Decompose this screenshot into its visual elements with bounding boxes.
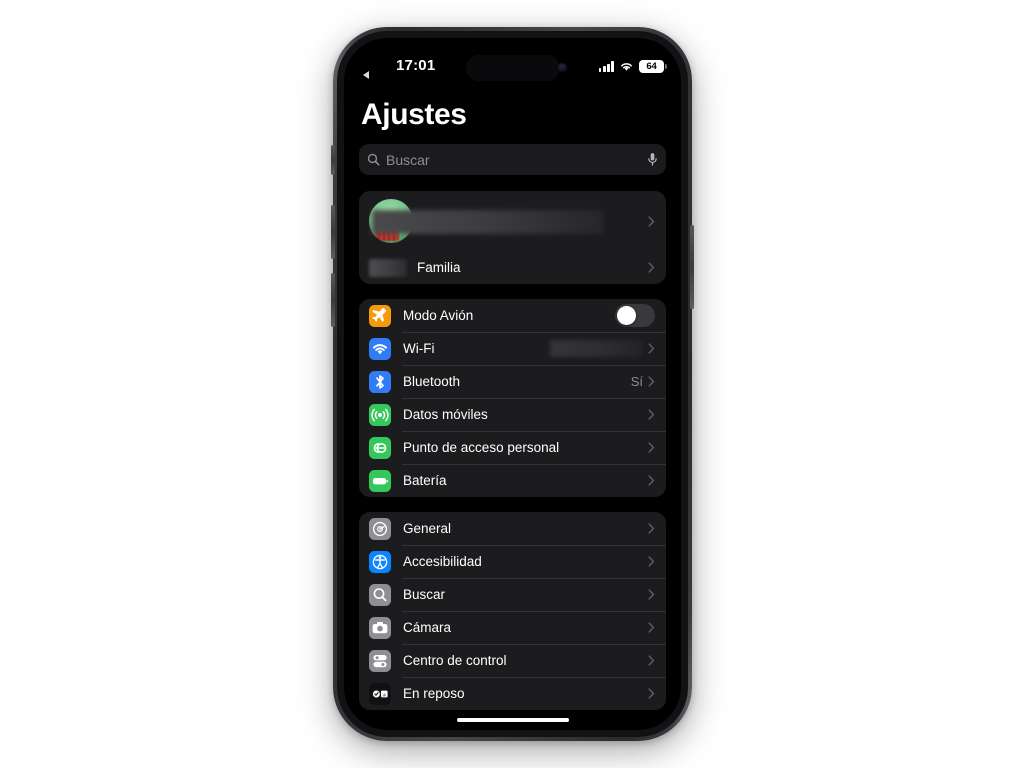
chevron-right-icon xyxy=(648,523,655,534)
action-button[interactable] xyxy=(331,145,335,175)
chevron-right-icon xyxy=(648,475,655,486)
search-icon xyxy=(369,583,391,606)
wifi-label: Wi-Fi xyxy=(403,341,435,356)
personal-hotspot-label: Punto de acceso personal xyxy=(403,440,560,455)
row-bluetooth[interactable]: Bluetooth Sí xyxy=(359,365,666,398)
row-wifi[interactable]: Wi-Fi xyxy=(359,332,666,365)
search-placeholder: Buscar xyxy=(386,151,430,168)
bluetooth-glyph xyxy=(376,374,384,389)
status-indicators: 64 xyxy=(598,60,668,73)
gear-glyph xyxy=(372,521,388,536)
chevron-right-icon xyxy=(648,655,655,666)
battery-glyph xyxy=(373,477,388,484)
family-label: Familia xyxy=(417,260,461,275)
volume-up-button[interactable] xyxy=(331,205,335,259)
accessibility-icon xyxy=(369,550,391,573)
hotspot-link-icon xyxy=(369,436,391,459)
row-general[interactable]: General xyxy=(359,512,666,545)
general-label: General xyxy=(403,521,452,536)
row-cellular-data[interactable]: Datos móviles xyxy=(359,398,666,431)
standby-icon xyxy=(369,682,391,705)
row-standby[interactable]: En reposo xyxy=(359,677,666,710)
row-control-center[interactable]: Centro de control xyxy=(359,644,666,677)
bluetooth-label: Bluetooth xyxy=(403,374,461,389)
status-bar: 17:01 64 xyxy=(344,38,681,84)
signal-bars-icon xyxy=(598,61,614,72)
row-airplane-mode[interactable]: Modo Avión xyxy=(359,299,666,332)
phone-frame: 17:01 64 Ajustes Buscar Familia Modo Avi… xyxy=(331,27,694,741)
airplane-glyph xyxy=(372,307,387,322)
battery-icon: 64 xyxy=(639,60,668,73)
standby-label: En reposo xyxy=(403,686,465,701)
chevron-right-icon xyxy=(648,343,655,354)
wifi-icon xyxy=(621,63,632,71)
row-search-settings[interactable]: Buscar xyxy=(359,578,666,611)
screenshot-canvas: 17:01 64 Ajustes Buscar Familia Modo Avi… xyxy=(0,0,1024,768)
chevron-right-icon xyxy=(648,376,655,387)
connectivity-group: Modo Avión Wi-Fi Bluetooth Sí Datos móvi… xyxy=(359,299,666,497)
wifi-glyph xyxy=(373,343,387,354)
control-center-glyph xyxy=(373,654,387,667)
row-camera[interactable]: Cámara xyxy=(359,611,666,644)
apple-account-row[interactable] xyxy=(359,191,666,251)
wifi-icon xyxy=(369,337,391,360)
microphone-icon[interactable] xyxy=(647,152,658,167)
row-accessibility[interactable]: Accesibilidad xyxy=(359,545,666,578)
back-to-app-icon[interactable] xyxy=(363,71,369,79)
airplane-icon xyxy=(369,304,391,327)
accessibility-glyph xyxy=(372,554,388,569)
family-row[interactable]: Familia xyxy=(359,251,666,284)
camera-glyph xyxy=(372,621,388,633)
search-input[interactable]: Buscar xyxy=(359,144,666,175)
accessibility-label: Accesibilidad xyxy=(403,554,482,569)
dynamic-island xyxy=(465,55,560,81)
phone-screen: 17:01 64 Ajustes Buscar Familia Modo Avi… xyxy=(344,38,681,730)
bluetooth-icon xyxy=(369,370,391,393)
row-personal-hotspot[interactable]: Punto de acceso personal xyxy=(359,431,666,464)
chevron-right-icon xyxy=(648,442,655,453)
standby-glyph xyxy=(372,690,388,697)
settings-scroll-area[interactable]: Ajustes Buscar Familia Modo Avión Wi-Fi … xyxy=(344,84,681,730)
status-time: 17:01 xyxy=(396,57,436,74)
chevron-right-icon xyxy=(648,589,655,600)
chevron-right-icon xyxy=(648,262,655,273)
search-icon xyxy=(367,153,380,166)
chevron-right-icon xyxy=(648,215,655,227)
cellular-data-label: Datos móviles xyxy=(403,407,488,422)
power-button[interactable] xyxy=(690,225,694,309)
search-settings-label: Buscar xyxy=(403,587,446,602)
chevron-right-icon xyxy=(648,409,655,420)
home-indicator[interactable] xyxy=(456,717,569,722)
camera-label: Cámara xyxy=(403,620,452,635)
control-center-icon xyxy=(369,649,391,672)
gear-icon xyxy=(369,517,391,540)
system-group: General Accesibilidad Buscar Cámara Cent… xyxy=(359,512,666,710)
family-icon-redacted xyxy=(369,258,407,277)
cellular-antenna-glyph xyxy=(371,408,389,421)
control-center-label: Centro de control xyxy=(403,653,507,668)
cellular-antenna-icon xyxy=(369,403,391,426)
hotspot-link-glyph xyxy=(373,442,387,453)
row-battery[interactable]: Batería xyxy=(359,464,666,497)
page-title: Ajustes xyxy=(361,98,467,131)
battery-level: 64 xyxy=(646,61,657,72)
chevron-right-icon xyxy=(648,556,655,567)
wifi-network-value-redacted xyxy=(550,340,642,357)
account-name-redacted xyxy=(372,210,604,234)
account-group: Familia xyxy=(359,191,666,284)
toggle-knob xyxy=(617,306,636,325)
front-camera-icon xyxy=(558,63,567,72)
chevron-right-icon xyxy=(648,688,655,699)
camera-icon xyxy=(369,616,391,639)
search-glyph xyxy=(373,587,387,601)
airplane-mode-label: Modo Avión xyxy=(403,308,474,323)
airplane-mode-toggle[interactable] xyxy=(615,304,655,327)
volume-down-button[interactable] xyxy=(331,273,335,327)
chevron-right-icon xyxy=(648,622,655,633)
battery-label: Batería xyxy=(403,473,447,488)
bluetooth-value: Sí xyxy=(630,374,643,389)
battery-icon xyxy=(369,469,391,492)
